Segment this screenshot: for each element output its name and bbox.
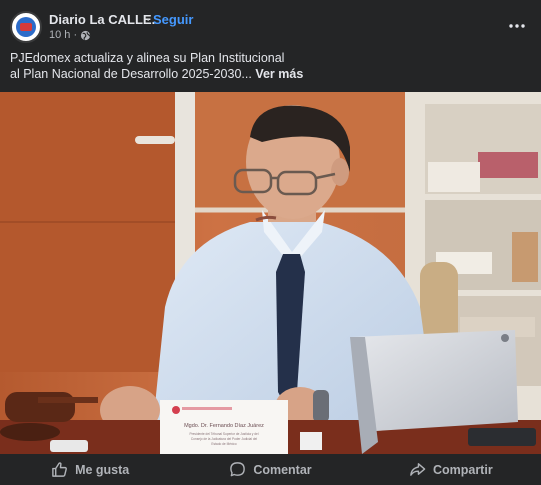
more-horizontal-icon <box>509 24 525 28</box>
caption-line-2-text: al Plan Nacional de Desarrollo 2025-2030… <box>10 67 252 81</box>
like-label: Me gusta <box>75 462 130 477</box>
post-caption: PJEdomex actualiza y alinea su Plan Inst… <box>10 50 530 82</box>
post-timestamp[interactable]: 10 h · <box>49 29 77 41</box>
caption-line-2: al Plan Nacional de Desarrollo 2025-2030… <box>10 66 530 82</box>
comment-label: Comentar <box>253 462 312 477</box>
nameplate-subtitle-2: Consejo de la Judicatura del Poder Judic… <box>191 437 258 441</box>
globe-icon <box>81 30 91 40</box>
facebook-post: Diario La CALLE. · Seguir 10 h · PJEdome… <box>0 0 541 485</box>
post-photo[interactable]: Mgdo. Dr. Fernando Díaz Juárez President… <box>0 92 541 454</box>
page-avatar[interactable] <box>10 11 42 43</box>
share-button[interactable]: Compartir <box>361 454 541 485</box>
header-separator: · <box>146 12 151 27</box>
comment-button[interactable]: Comentar <box>180 454 360 485</box>
like-button[interactable]: Me gusta <box>0 454 180 485</box>
follow-button[interactable]: Seguir <box>153 12 193 27</box>
comment-icon <box>230 462 246 477</box>
thumbs-up-icon <box>52 462 67 477</box>
nameplate-subtitle-1: Presidente del Tribunal Superior de Just… <box>189 432 258 436</box>
photo-illustration: Mgdo. Dr. Fernando Díaz Juárez President… <box>0 92 541 454</box>
post-actions: Me gusta Comentar Compartir <box>0 454 541 485</box>
post-header: Diario La CALLE. · Seguir 10 h · <box>0 0 541 48</box>
caption-line-1: PJEdomex actualiza y alinea su Plan Inst… <box>10 51 285 65</box>
post-meta: 10 h · <box>49 29 91 41</box>
page-name-link[interactable]: Diario La CALLE. <box>49 12 155 27</box>
more-options-button[interactable] <box>505 14 529 38</box>
see-more-link[interactable]: Ver más <box>255 67 303 81</box>
share-icon <box>410 463 426 476</box>
nameplate-title: Mgdo. Dr. Fernando Díaz Juárez <box>184 423 264 429</box>
avatar-logo-mark <box>20 23 32 31</box>
share-label: Compartir <box>432 462 493 477</box>
nameplate-subtitle-3: Estado de México <box>211 442 237 446</box>
